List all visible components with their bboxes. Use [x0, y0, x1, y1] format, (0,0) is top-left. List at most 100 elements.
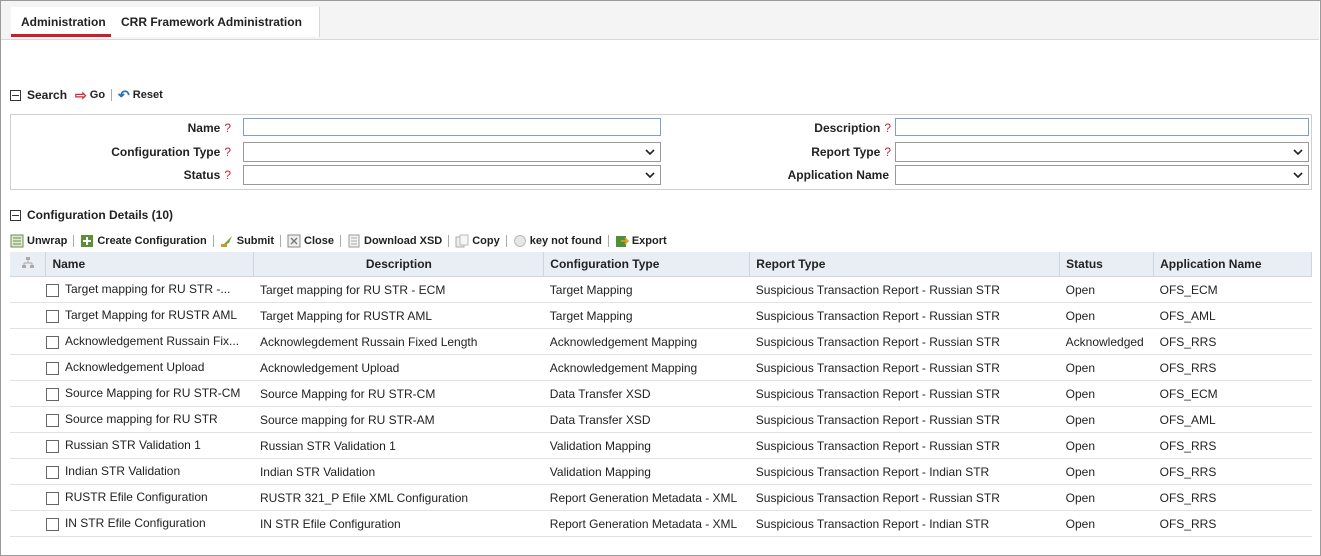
table-row[interactable]: Source Mapping for RU STR-CM Source Mappi… — [10, 380, 1312, 407]
configuration-details-header: Configuration Details (10) — [10, 208, 173, 222]
cell-name: Target mapping for RU STR -... — [45, 276, 254, 303]
row-checkbox[interactable] — [45, 361, 59, 375]
table-row[interactable]: Target Mapping for RUSTR AML Target Mappi… — [10, 302, 1312, 329]
row-checkbox[interactable] — [45, 283, 59, 297]
row-select-cell — [10, 380, 46, 407]
row-select-cell — [10, 510, 46, 537]
column-header-report-type[interactable]: Report Type — [749, 252, 1061, 277]
table-row[interactable]: RUSTR Efile Configuration RUSTR 321_P Efi… — [10, 484, 1312, 511]
cell-description: Source Mapping for RU STR-CM — [253, 380, 544, 407]
table-row[interactable]: Russian STR Validation 1 Russian STR Vali… — [10, 432, 1312, 459]
table-row[interactable]: Acknowledgement Upload Acknowledgement Up… — [10, 354, 1312, 381]
cell-status: Open — [1059, 432, 1154, 459]
download-xsd-button[interactable]: Download XSD — [347, 234, 442, 248]
cell-name: Russian STR Validation 1 — [45, 432, 254, 459]
collapse-icon[interactable] — [10, 209, 21, 221]
cell-text: Target mapping for RU STR -... — [64, 282, 231, 297]
row-checkbox[interactable] — [45, 309, 59, 323]
column-header-status[interactable]: Status — [1059, 252, 1155, 277]
cell-name: Source Mapping for RU STR-CM — [45, 380, 254, 407]
table-row[interactable]: Target mapping for RU STR -... Target map… — [10, 276, 1312, 303]
cell-description: Indian STR Validation — [253, 458, 544, 485]
cell-configuration-type: Data Transfer XSD — [543, 406, 750, 433]
help-icon: ? — [224, 168, 231, 182]
cell-description: IN STR Efile Configuration — [253, 510, 544, 537]
report-type-select[interactable] — [895, 142, 1309, 162]
key-not-found-button[interactable]: key not found — [513, 234, 602, 248]
search-title: Search — [27, 88, 68, 102]
row-select-cell — [10, 406, 46, 433]
row-checkbox[interactable] — [45, 491, 59, 505]
submit-button[interactable]: Submit — [220, 234, 274, 248]
go-button[interactable]: ⇨ Go — [75, 88, 105, 102]
row-checkbox[interactable] — [45, 439, 59, 453]
cell-text: Indian STR Validation — [64, 464, 181, 479]
row-checkbox[interactable] — [45, 335, 59, 349]
cell-configuration-type: Report Generation Metadata - XML — [543, 510, 750, 537]
cell-text: Acknowledgement Russain Fix... — [64, 334, 240, 349]
chevron-down-icon — [1293, 149, 1303, 156]
cell-configuration-type: Validation Mapping — [543, 432, 750, 459]
cell-application-name: OFS_RRS — [1153, 328, 1312, 355]
table-row[interactable]: Source mapping for RU STR Source mapping … — [10, 406, 1312, 433]
row-checkbox[interactable] — [45, 517, 59, 531]
cell-status: Open — [1059, 302, 1154, 329]
unwrap-button[interactable]: Unwrap — [10, 234, 67, 248]
column-chooser[interactable] — [10, 252, 47, 277]
export-button[interactable]: Export — [615, 234, 667, 248]
cell-description: Target mapping for RU STR - ECM — [253, 276, 544, 303]
cell-name: Acknowledgement Upload — [45, 354, 254, 381]
cell-name: RUSTR Efile Configuration — [45, 484, 254, 511]
unwrap-icon — [10, 234, 24, 248]
status-select[interactable] — [243, 165, 661, 185]
row-checkbox[interactable] — [45, 387, 59, 401]
cell-report-type: Suspicious Transaction Report - Russian … — [749, 432, 1060, 459]
copy-button[interactable]: Copy — [455, 234, 500, 248]
table-row[interactable]: IN STR Efile Configuration IN STR Efile C… — [10, 510, 1312, 537]
cell-status: Open — [1059, 510, 1154, 537]
row-select-cell — [10, 484, 46, 511]
cell-name: Source mapping for RU STR — [45, 406, 254, 433]
cell-configuration-type: Target Mapping — [543, 302, 750, 329]
help-icon: ? — [224, 121, 231, 135]
configuration-type-select[interactable] — [243, 142, 661, 162]
cell-application-name: OFS_RRS — [1153, 484, 1312, 511]
column-header-application-name[interactable]: Application Name — [1153, 252, 1312, 277]
cell-application-name: OFS_ECM — [1153, 380, 1312, 407]
name-input[interactable] — [243, 118, 661, 136]
create-configuration-button[interactable]: Create Configuration — [80, 234, 207, 248]
cell-configuration-type: Data Transfer XSD — [543, 380, 750, 407]
cell-text: Source Mapping for RU STR-CM — [64, 386, 241, 401]
column-header-description[interactable]: Description — [253, 252, 545, 277]
cell-report-type: Suspicious Transaction Report - Russian … — [749, 354, 1060, 381]
cell-application-name: OFS_RRS — [1153, 458, 1312, 485]
cell-status: Open — [1059, 276, 1154, 303]
row-checkbox[interactable] — [45, 413, 59, 427]
cell-application-name: OFS_RRS — [1153, 510, 1312, 537]
cell-name: IN STR Efile Configuration — [45, 510, 254, 537]
table-row[interactable]: Acknowledgement Russain Fix... Acknowlegd… — [10, 328, 1312, 355]
close-button[interactable]: Close — [287, 234, 334, 248]
application-name-select[interactable] — [895, 165, 1309, 185]
chevron-down-icon — [645, 172, 655, 179]
cell-report-type: Suspicious Transaction Report - Indian S… — [749, 458, 1060, 485]
help-icon: ? — [224, 145, 231, 159]
cell-description: Source mapping for RU STR-AM — [253, 406, 544, 433]
cell-name: Target Mapping for RUSTR AML — [45, 302, 254, 329]
description-input[interactable] — [895, 118, 1309, 136]
application-name-label: Application Name — [787, 168, 889, 182]
cell-description: Target Mapping for RUSTR AML — [253, 302, 544, 329]
table-row[interactable]: Indian STR Validation Indian STR Validati… — [10, 458, 1312, 485]
collapse-icon[interactable] — [10, 89, 21, 101]
cell-name: Acknowledgement Russain Fix... — [45, 328, 254, 355]
row-select-cell — [10, 276, 46, 303]
tab-crr-framework-administration[interactable]: CRR Framework Administration — [111, 7, 320, 37]
row-checkbox[interactable] — [45, 465, 59, 479]
column-header-configuration-type[interactable]: Configuration Type — [543, 252, 751, 277]
cell-description: Russian STR Validation 1 — [253, 432, 544, 459]
configuration-details-title: Configuration Details (10) — [27, 208, 174, 222]
cell-configuration-type: Validation Mapping — [543, 458, 750, 485]
column-header-name[interactable]: Name — [45, 252, 255, 277]
reset-button[interactable]: ↶ Reset — [118, 88, 163, 102]
tab-administration[interactable]: Administration — [11, 7, 116, 37]
